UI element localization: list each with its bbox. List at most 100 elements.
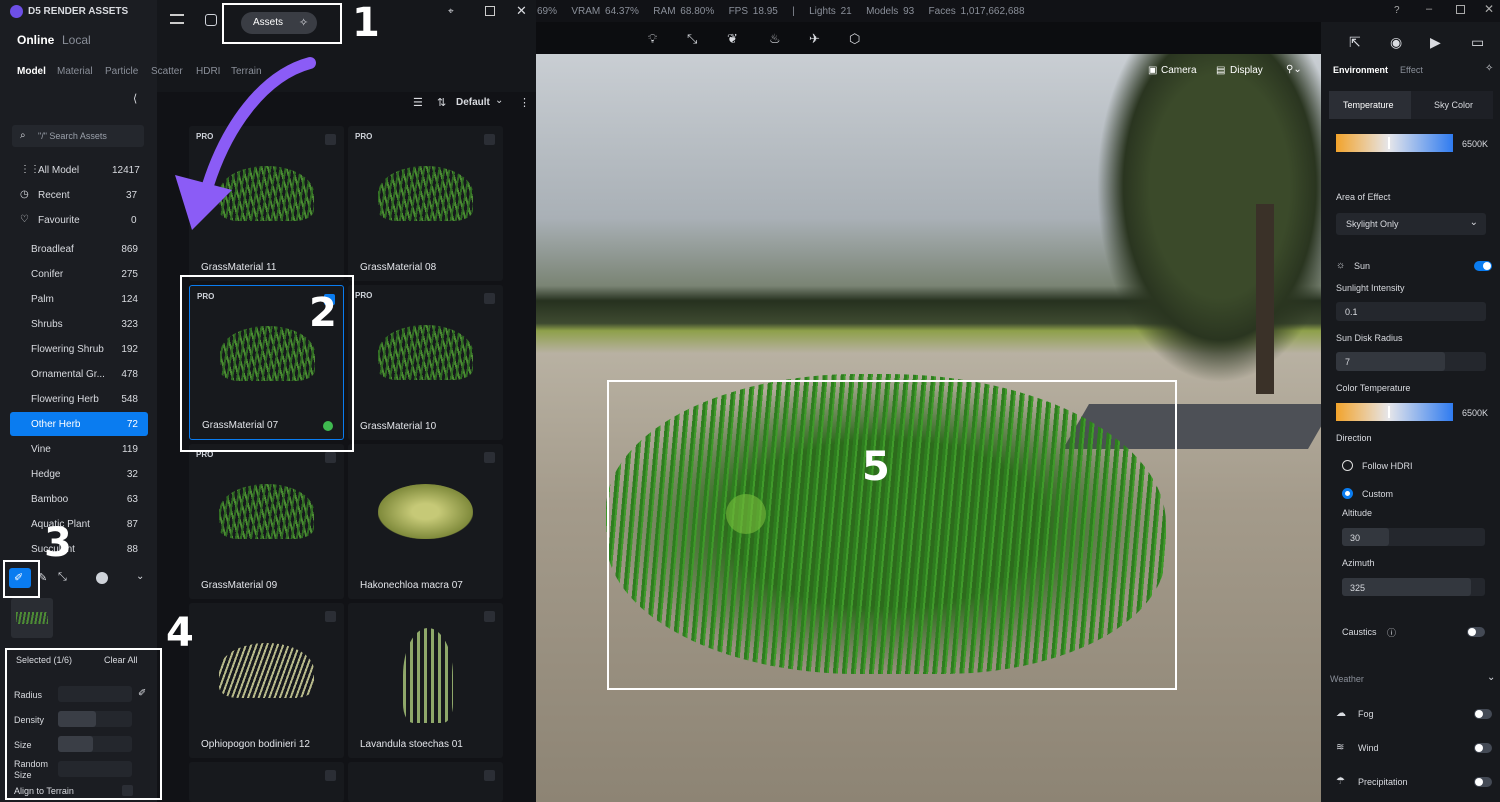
follow-hdri-radio[interactable] xyxy=(1342,460,1353,471)
list-item[interactable]: Succulent 88 xyxy=(10,537,148,561)
asset-name: GrassMaterial 09 xyxy=(201,580,278,591)
slider-handle[interactable] xyxy=(1388,137,1390,149)
camera-capture-icon[interactable]: ◉ xyxy=(1390,34,1402,51)
maximize-icon[interactable] xyxy=(485,6,495,16)
sort-dropdown[interactable]: Default xyxy=(456,97,490,108)
area-select[interactable]: Skylight Only ⌄ xyxy=(1336,213,1486,235)
list-item[interactable]: Aquatic Plant 87 xyxy=(10,512,148,536)
tab-local[interactable]: Local xyxy=(62,33,91,47)
asset-card[interactable]: Lavandula stoechas 01 xyxy=(348,603,503,758)
chevron-down-icon[interactable]: ⌄ xyxy=(136,571,144,582)
light-bulb-icon[interactable]: 💡︎ xyxy=(648,31,657,47)
card-checkbox[interactable] xyxy=(325,134,336,145)
list-item[interactable]: Vine 119 xyxy=(10,437,148,461)
asset-card[interactable] xyxy=(348,762,503,802)
path-icon[interactable]: ⤡ xyxy=(58,571,67,584)
asset-card[interactable] xyxy=(189,762,344,802)
close-icon[interactable]: ✕ xyxy=(1484,2,1494,16)
scatter-icon[interactable]: ✈ xyxy=(809,31,820,47)
chevron-down-icon[interactable]: ⌄ xyxy=(495,95,503,106)
asset-card[interactable]: Ophiopogon bodinieri 12 xyxy=(189,603,344,758)
list-item[interactable]: Palm 124 xyxy=(10,287,148,311)
annotation-number: 5 xyxy=(862,444,890,490)
selected-asset-thumbnail[interactable] xyxy=(11,598,53,638)
settings-dropdown-icon[interactable]: ⚲⌄ xyxy=(1286,64,1302,75)
tab-material[interactable]: Material xyxy=(57,66,93,77)
card-checkbox[interactable] xyxy=(484,293,495,304)
card-checkbox[interactable] xyxy=(484,134,495,145)
altitude-input[interactable]: 30 xyxy=(1342,528,1485,546)
card-checkbox[interactable] xyxy=(325,452,336,463)
fog-toggle[interactable] xyxy=(1474,709,1492,719)
precipitation-icon: ☂ xyxy=(1336,776,1345,787)
camera-button[interactable]: Camera xyxy=(1161,65,1197,76)
color-temp-slider[interactable] xyxy=(1336,403,1453,421)
restore-icon[interactable] xyxy=(1456,5,1465,14)
path-tool-icon[interactable]: ⤡ xyxy=(687,31,697,47)
info-icon[interactable]: ⓘ xyxy=(1387,626,1396,639)
menu-icon[interactable] xyxy=(170,14,184,24)
card-checkbox[interactable] xyxy=(325,611,336,622)
export-icon[interactable]: ⇱ xyxy=(1349,34,1361,51)
list-item[interactable]: Hedge 32 xyxy=(10,462,148,486)
slider-handle[interactable] xyxy=(1388,406,1390,418)
tab-model[interactable]: Model xyxy=(17,66,46,77)
custom-radio[interactable] xyxy=(1342,488,1353,499)
tab-environment[interactable]: Environment xyxy=(1333,65,1388,75)
azimuth-input[interactable]: 325 xyxy=(1342,578,1485,596)
sun-toggle[interactable] xyxy=(1474,261,1492,271)
more-icon[interactable]: ⋮ xyxy=(519,96,530,109)
chevron-down-icon[interactable]: ⌄ xyxy=(1487,672,1495,683)
sunlight-intensity-input[interactable]: 0.1 xyxy=(1336,302,1486,321)
list-item-selected[interactable]: Other Herb 72 xyxy=(10,412,148,436)
card-checkbox[interactable] xyxy=(484,611,495,622)
nav-count: 12417 xyxy=(112,165,140,176)
list-item[interactable]: Flowering Shrub 192 xyxy=(10,337,148,361)
nav-favourite[interactable]: Favourite xyxy=(38,215,80,226)
wind-toggle[interactable] xyxy=(1474,743,1492,753)
card-checkbox[interactable] xyxy=(484,770,495,781)
particle-icon[interactable]: ♨ xyxy=(769,31,781,47)
search-input[interactable]: ⌕ "/" Search Assets xyxy=(12,125,144,147)
terrain-icon[interactable]: ⬡ xyxy=(849,31,860,47)
display-button[interactable]: Display xyxy=(1230,65,1263,76)
tab-sky-color[interactable]: Sky Color xyxy=(1411,91,1493,119)
video-icon[interactable]: ▶ xyxy=(1430,34,1441,51)
display-icon[interactable]: ▤ xyxy=(1216,65,1225,76)
leaf-icon[interactable]: ❦ xyxy=(727,31,738,47)
sparkle-icon[interactable]: ✧ xyxy=(1485,63,1493,74)
tab-effect[interactable]: Effect xyxy=(1400,65,1423,75)
nav-all-model[interactable]: All Model xyxy=(38,165,79,176)
camera-icon[interactable]: ▣ xyxy=(1148,65,1157,76)
asset-card[interactable]: PRO GrassMaterial 08 xyxy=(348,126,503,281)
list-item[interactable]: Broadleaf 869 xyxy=(10,237,148,261)
list-item[interactable]: Flowering Herb 548 xyxy=(10,387,148,411)
sun-disk-input[interactable]: 7 xyxy=(1336,352,1486,371)
list-item[interactable]: Bamboo 63 xyxy=(10,487,148,511)
asset-card[interactable]: PRO GrassMaterial 10 xyxy=(348,285,503,440)
close-icon[interactable]: ✕ xyxy=(516,3,527,19)
c-icon[interactable] xyxy=(96,572,108,584)
card-checkbox[interactable] xyxy=(484,452,495,463)
tab-particle[interactable]: Particle xyxy=(105,66,138,77)
temperature-slider[interactable] xyxy=(1336,134,1453,152)
precipitation-toggle[interactable] xyxy=(1474,777,1492,787)
sort-icon[interactable]: ⇅ xyxy=(437,96,446,109)
help-icon[interactable]: ? xyxy=(1394,5,1400,16)
save-icon[interactable]: ▭ xyxy=(1471,34,1484,51)
minimize-icon[interactable]: – xyxy=(1426,3,1432,15)
tab-temperature[interactable]: Temperature xyxy=(1329,91,1411,119)
list-view-icon[interactable]: ☰ xyxy=(413,96,423,109)
tab-online[interactable]: Online xyxy=(17,33,54,47)
asset-card[interactable]: PRO GrassMaterial 09 xyxy=(189,444,344,599)
import-icon[interactable] xyxy=(205,14,217,29)
nav-recent[interactable]: Recent xyxy=(38,190,70,201)
card-checkbox[interactable] xyxy=(325,770,336,781)
caustics-toggle[interactable] xyxy=(1467,627,1485,637)
list-item[interactable]: Shrubs 323 xyxy=(10,312,148,336)
list-item[interactable]: Conifer 275 xyxy=(10,262,148,286)
asset-card[interactable]: Hakonechloa macra 07 xyxy=(348,444,503,599)
collapse-icon[interactable]: ⟨ xyxy=(133,92,137,105)
pin-icon[interactable]: ⌖ xyxy=(448,6,454,17)
list-item[interactable]: Ornamental Gr... 478 xyxy=(10,362,148,386)
